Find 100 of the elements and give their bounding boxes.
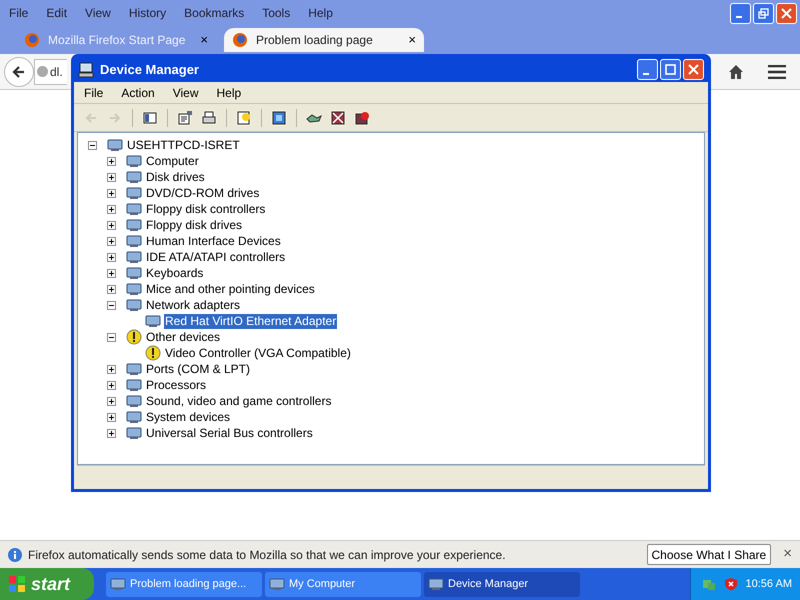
device-icon bbox=[126, 298, 142, 312]
minimize-icon bbox=[736, 16, 742, 18]
close-button[interactable] bbox=[683, 59, 704, 80]
expand-toggle[interactable] bbox=[107, 364, 116, 374]
collapse-toggle[interactable] bbox=[88, 140, 97, 150]
expand-toggle[interactable] bbox=[107, 156, 116, 166]
tree-item[interactable]: Other devices bbox=[145, 330, 222, 344]
device-icon bbox=[126, 362, 142, 376]
minimize-icon bbox=[643, 72, 649, 74]
back-arrow-icon bbox=[12, 64, 26, 78]
device-icon bbox=[107, 138, 123, 152]
menu-item[interactable]: View bbox=[82, 4, 114, 22]
close-button[interactable] bbox=[776, 2, 797, 24]
tree-item[interactable]: DVD/CD-ROM drives bbox=[145, 186, 260, 200]
tree-item[interactable]: Computer bbox=[145, 154, 200, 168]
globe-icon bbox=[37, 66, 48, 77]
expand-toggle[interactable] bbox=[107, 284, 116, 294]
tab-close-button[interactable]: × bbox=[408, 30, 416, 50]
expand-toggle[interactable] bbox=[107, 204, 116, 214]
device-icon bbox=[126, 202, 142, 216]
warning-icon bbox=[126, 329, 142, 345]
maximize-icon bbox=[665, 64, 676, 75]
menu-item[interactable]: View bbox=[166, 84, 204, 102]
tree-item[interactable]: Red Hat VirtIO Ethernet Adapter bbox=[164, 314, 338, 328]
expand-toggle[interactable] bbox=[107, 220, 116, 230]
choose-share-button[interactable]: Choose What I Share bbox=[646, 544, 772, 565]
menu-item[interactable]: Help bbox=[210, 84, 248, 102]
tree-item[interactable]: Ports (COM & LPT) bbox=[145, 362, 252, 376]
device-icon bbox=[126, 154, 142, 168]
tree-item[interactable]: Human Interface Devices bbox=[145, 234, 282, 248]
back-button[interactable] bbox=[4, 56, 34, 86]
computer-icon bbox=[78, 62, 94, 78]
collapse-toggle[interactable] bbox=[107, 332, 116, 342]
url-field[interactable]: dl. bbox=[34, 58, 67, 84]
device-icon bbox=[126, 394, 142, 408]
expand-toggle[interactable] bbox=[107, 236, 116, 246]
tree-item[interactable]: Video Controller (VGA Compatible) bbox=[164, 346, 352, 360]
browser-tab[interactable]: Mozilla Firefox Start Page × bbox=[16, 28, 216, 52]
menu-item[interactable]: Tools bbox=[259, 4, 294, 22]
minimize-button[interactable] bbox=[730, 2, 751, 24]
home-icon[interactable] bbox=[728, 64, 744, 80]
maximize-button[interactable] bbox=[660, 59, 681, 80]
taskbar-button[interactable]: Device Manager bbox=[424, 572, 580, 596]
close-button[interactable]: × bbox=[783, 543, 792, 566]
expand-toggle[interactable] bbox=[107, 396, 116, 406]
tab-close-button[interactable]: × bbox=[200, 30, 208, 50]
device-icon bbox=[145, 314, 161, 328]
device-icon bbox=[126, 378, 142, 392]
device-icon bbox=[126, 250, 142, 264]
browser-tab[interactable]: Problem loading page × bbox=[224, 28, 424, 52]
device-icon bbox=[126, 218, 142, 232]
tree-item[interactable]: Processors bbox=[145, 378, 208, 392]
expand-toggle[interactable] bbox=[107, 380, 116, 390]
restore-button[interactable] bbox=[753, 2, 774, 24]
restore-icon bbox=[758, 8, 769, 18]
tree-item[interactable]: Floppy disk controllers bbox=[145, 202, 266, 216]
notification-text: Firefox automatically sends some data to Mozilla so that we can improve your experience. bbox=[28, 546, 506, 564]
device-icon bbox=[126, 282, 142, 296]
warning-icon bbox=[145, 345, 161, 361]
menu-item[interactable]: Help bbox=[305, 4, 336, 22]
start-button[interactable]: start bbox=[0, 568, 94, 600]
menu-item[interactable]: Edit bbox=[43, 4, 70, 22]
document-icon bbox=[177, 110, 193, 126]
tree-item[interactable]: System devices bbox=[145, 410, 232, 424]
expand-toggle[interactable] bbox=[107, 188, 116, 198]
close-icon bbox=[781, 8, 792, 18]
tree-item[interactable]: IDE ATA/ATAPI controllers bbox=[145, 250, 286, 264]
firefox-icon bbox=[24, 32, 40, 48]
device-icon bbox=[126, 426, 142, 440]
menu-item[interactable]: Action bbox=[115, 84, 161, 102]
menu-item[interactable]: History bbox=[126, 4, 170, 22]
minimize-button[interactable] bbox=[637, 59, 658, 80]
expand-toggle[interactable] bbox=[107, 268, 116, 278]
tree-item[interactable]: Sound, video and game controllers bbox=[145, 394, 332, 408]
menu-item[interactable]: File bbox=[6, 4, 32, 22]
expand-toggle[interactable] bbox=[107, 172, 116, 182]
tree-item[interactable]: Universal Serial Bus controllers bbox=[145, 426, 314, 440]
info-icon bbox=[8, 548, 22, 562]
cross-icon bbox=[330, 110, 346, 126]
expand-toggle[interactable] bbox=[107, 412, 116, 422]
tree-item[interactable]: Mice and other pointing devices bbox=[145, 282, 316, 296]
menu-icon[interactable] bbox=[768, 64, 786, 78]
device-icon bbox=[110, 577, 126, 591]
expand-toggle[interactable] bbox=[107, 252, 116, 262]
device-icon bbox=[126, 410, 142, 424]
menu-item[interactable]: Bookmarks bbox=[181, 4, 248, 22]
device-icon bbox=[269, 577, 285, 591]
collapse-toggle[interactable] bbox=[107, 300, 116, 310]
shield-icon bbox=[724, 577, 738, 591]
taskbar-button[interactable]: My Computer bbox=[265, 572, 421, 596]
tree-item[interactable]: Keyboards bbox=[145, 266, 204, 280]
taskbar-button[interactable]: Problem loading page... bbox=[106, 572, 262, 596]
tree-item[interactable]: Network adapters bbox=[145, 298, 242, 312]
clock: 10:56 AM bbox=[746, 576, 792, 592]
expand-toggle[interactable] bbox=[107, 428, 116, 438]
menu-item[interactable]: File bbox=[78, 84, 110, 102]
tab-title: Mozilla Firefox Start Page bbox=[48, 32, 186, 49]
tree-item[interactable]: USEHTTPCD-ISRET bbox=[126, 138, 241, 152]
tree-item[interactable]: Floppy disk drives bbox=[145, 218, 244, 232]
tree-item[interactable]: Disk drives bbox=[145, 170, 206, 184]
